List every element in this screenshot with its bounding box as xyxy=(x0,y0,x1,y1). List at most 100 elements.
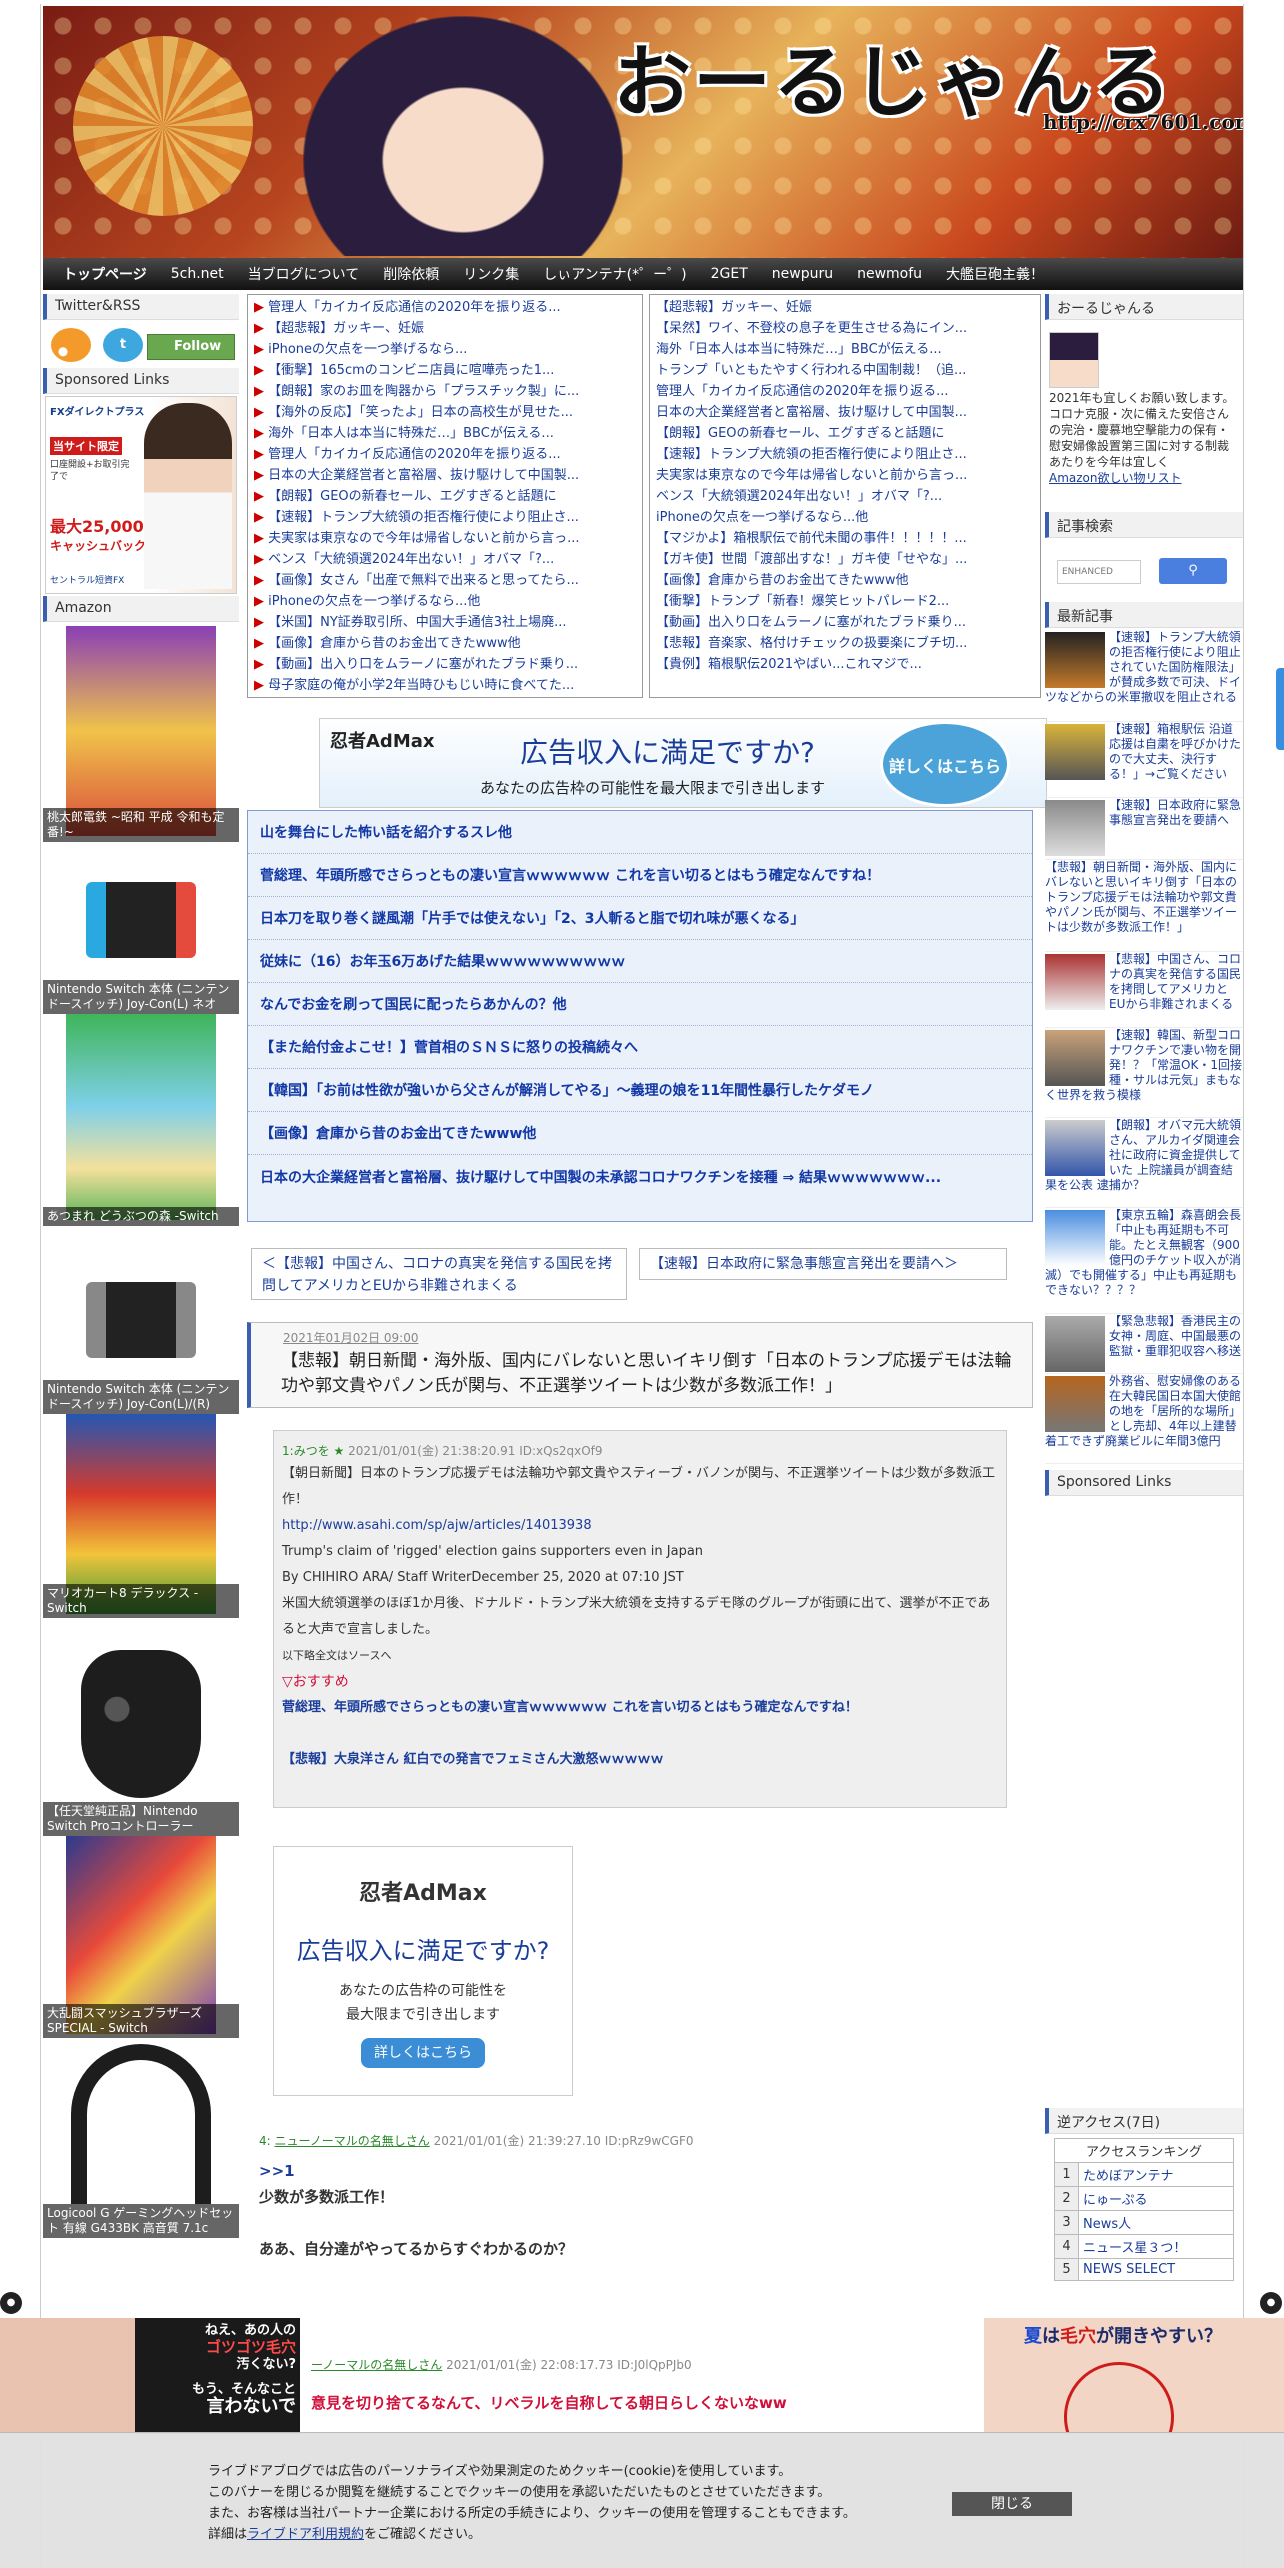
antenna-link[interactable]: 海外「日本人は本当に特殊だ…」BBCが伝える... xyxy=(650,339,1040,360)
amazon-item[interactable]: あつまれ どうぶつの森 -Switch xyxy=(43,1014,239,1226)
antenna-link[interactable]: 【悲報】音楽家、格付けチェックの扱要楽にブチ切... xyxy=(650,633,1040,654)
antenna-link[interactable]: ▶ 管理人「カイカイ反応通信の2020年を振り返る... xyxy=(248,297,642,318)
pickup-link[interactable]: 従妹に（16）お年玉6万あげた結果ｗｗｗｗｗｗｗｗｗｗ xyxy=(248,940,1032,983)
twitter-follow-button[interactable]: Follow xyxy=(147,334,235,360)
ad-close-icon-right[interactable]: ● xyxy=(1260,2292,1282,2314)
antenna-link[interactable]: ▶ 【速報】トランプ大統領の拒否権行使により阻止さ... xyxy=(248,507,642,528)
nav-item-about[interactable]: 当ブログについて xyxy=(248,264,360,284)
antenna-link[interactable]: ▶ 【海外の反応】「笑ったよ」日本の高校生が見せた... xyxy=(248,402,642,423)
antenna-link[interactable]: 日本の大企業経営者と富裕層、抜け駆けして中国製... xyxy=(650,402,1040,423)
search-button[interactable]: ⚲ xyxy=(1159,558,1227,584)
nav-item-shii-antenna[interactable]: しぃアンテナ(*゜ー゜) xyxy=(543,264,686,284)
latest-item[interactable]: 【速報】日本政府に緊急事態宣言発出を要請へ xyxy=(1045,798,1243,860)
floating-ad-left[interactable]: ねえ、あの人の ゴツゴツ毛穴 汚くない? もう、そんなこと 言わないで xyxy=(0,2318,300,2434)
nav-item-taikan[interactable]: 大艦巨砲主義！ xyxy=(946,264,1044,284)
side-scroll-tab[interactable] xyxy=(1276,668,1284,750)
antenna-link[interactable]: ▶ 【朗報】GEOの新春セール、エグすぎると話題に xyxy=(248,486,642,507)
article-title[interactable]: 【悲報】朝日新聞・海外版、国内にバレないと思いイキリ倒す「日本のトランプ応援デモ… xyxy=(281,1349,1021,1399)
search-input[interactable] xyxy=(1057,560,1141,584)
recommend-link[interactable]: 【悲報】大泉洋さん 紅白での発言でフェミさん大激怒ｗｗｗｗｗ xyxy=(282,1747,998,1773)
antenna-link[interactable]: ▶ 【画像】倉庫から昔のお金出てきたwww他 xyxy=(248,633,642,654)
recommend-link[interactable]: 菅総理、年頭所感でさらっともの凄い宣言ｗｗｗｗｗｗ これを言い切るとはもう確定な… xyxy=(282,1695,998,1721)
ranking-row[interactable]: 4 ニュース星３つ！ xyxy=(1054,2234,1234,2259)
amazon-item[interactable]: Nintendo Switch 本体 (ニンテンドースイッチ) Joy-Con(… xyxy=(43,856,239,1014)
antenna-link[interactable]: トランプ「いともたやすく行われる中国制裁！（追... xyxy=(650,360,1040,381)
pickup-link[interactable]: 山を舞台にした怖い話を紹介するスレ他 xyxy=(248,811,1032,854)
ranking-row[interactable]: 1 ためぼアンテナ xyxy=(1054,2162,1234,2187)
floating-ad-right[interactable]: 夏は毛穴が開きやすい？ xyxy=(984,2318,1284,2434)
latest-item[interactable]: 【緊急悲報】香港民主の女神・周庭、中国最悪の監獄・重罪犯収容へ移送 xyxy=(1045,1314,1243,1374)
antenna-link[interactable]: 【朗報】GEOの新春セール、エグすぎると話題に xyxy=(650,423,1040,444)
antenna-link[interactable]: ▶ iPhoneの欠点を一つ挙げるなら...他 xyxy=(248,591,642,612)
antenna-link[interactable]: 【マジかよ】箱根駅伝で前代未聞の事件！！！！！... xyxy=(650,528,1040,549)
pickup-link[interactable]: 菅総理、年頭所感でさらっともの凄い宣言ｗｗｗｗｗｗ これを言い切るとはもう確定な… xyxy=(248,854,1032,897)
amazon-item[interactable]: Logicool G ゲーミングヘッドセット 有線 G433BK 高音質 7.1… xyxy=(43,2038,239,2238)
latest-item[interactable]: 【朗報】オバマ元大統領さん、アルカイダ関連会社に政府に資金提供していた 上院議員… xyxy=(1045,1118,1243,1208)
ranking-row[interactable]: 5 NEWS SELECT xyxy=(1054,2258,1234,2281)
site-header[interactable]: おーるじゃんる http://crx7601.com xyxy=(43,6,1243,258)
antenna-link[interactable]: ▶ 日本の大企業経営者と富裕層、抜け駆けして中国製... xyxy=(248,465,642,486)
amazon-item[interactable]: マリオカート8 デラックス - Switch xyxy=(43,1414,239,1618)
nav-item-top[interactable]: トップページ xyxy=(63,264,147,284)
antenna-link[interactable]: ▶ ベンス「大統領選2024年出ない！」オバマ「?... xyxy=(248,549,642,570)
antenna-link[interactable]: ▶ 夫実家は東京なので今年は帰省しないと前から言っ... xyxy=(248,528,642,549)
amazon-item[interactable]: 大乱闘スマッシュブラザーズ SPECIAL - Switch xyxy=(43,1836,239,2038)
admax-banner-top[interactable]: 忍者AdMax 広告収入に満足ですか? あなたの広告枠の可能性を最大限まで引き出… xyxy=(319,718,1047,808)
antenna-link[interactable]: ▶ 【画像】女さん「出産で無料で出来ると思ってたら... xyxy=(248,570,642,591)
antenna-link[interactable]: 管理人「カイカイ反応通信の2020年を振り返る... xyxy=(650,381,1040,402)
antenna-link[interactable]: 【超悲報】ガッキー、妊娠 xyxy=(650,297,1040,318)
antenna-link[interactable]: ▶ 海外「日本人は本当に特殊だ…」BBCが伝える... xyxy=(248,423,642,444)
latest-item[interactable]: 【速報】トランプ大統領の拒否権行使により阻止されていた国防権限法」が賛成多数で可… xyxy=(1045,630,1243,722)
nav-item-newmofu[interactable]: newmofu xyxy=(857,266,922,282)
antenna-link[interactable]: ▶ 【動画】出入り口をムラーノに塞がれたブラド乗り... xyxy=(248,654,642,675)
pickup-link[interactable]: 【また給付金よこせ！】菅首相のＳＮＳに怒りの投稿続々へ xyxy=(248,1026,1032,1069)
next-article-link[interactable]: 【速報】日本政府に緊急事態宣言発出を要請へ＞ xyxy=(639,1248,1007,1280)
amazon-item[interactable]: 桃太郎電鉄 ~昭和 平成 令和も定番!~ xyxy=(43,626,239,842)
admax-banner-square[interactable]: 忍者AdMax 広告収入に満足ですか? あなたの広告枠の可能性を 最大限まで引き… xyxy=(273,1846,573,2096)
prev-article-link[interactable]: ＜【悲報】中国さん、コロナの真実を発信する国民を拷問してアメリカとEUから非難さ… xyxy=(251,1248,627,1300)
antenna-link[interactable]: ベンス「大統領選2024年出ない！」オバマ「?... xyxy=(650,486,1040,507)
antenna-link[interactable]: ▶ iPhoneの欠点を一つ挙げるなら... xyxy=(248,339,642,360)
ranking-row[interactable]: 2 にゅーぷる xyxy=(1054,2186,1234,2211)
antenna-link[interactable]: ▶ 管理人「カイカイ反応通信の2020年を振り返る... xyxy=(248,444,642,465)
admax-detail-button[interactable]: 詳しくはこちら xyxy=(361,2038,485,2068)
nav-item-2get[interactable]: 2GET xyxy=(711,266,748,282)
antenna-link[interactable]: 【画像】倉庫から昔のお金出てきたwww他 xyxy=(650,570,1040,591)
antenna-link[interactable]: ▶ 母子家庭の俺が小学2年当時ひもじい時に食べてた... xyxy=(248,675,642,696)
antenna-link[interactable]: 【動画】出入り口をムラーノに塞がれたブラド乗り... xyxy=(650,612,1040,633)
ad-close-icon-left[interactable]: ● xyxy=(0,2292,22,2314)
source-link[interactable]: http://www.asahi.com/sp/ajw/articles/140… xyxy=(282,1513,998,1539)
nav-item-newpuru[interactable]: newpuru xyxy=(772,266,833,282)
nav-item-delete-request[interactable]: 削除依頼 xyxy=(383,264,439,284)
latest-item[interactable]: 【悲報】朝日新聞・海外版、国内にバレないと思いイキリ倒す「日本のトランプ応援デモ… xyxy=(1045,860,1243,952)
latest-item[interactable]: 【東京五輪】森喜朗会長「中止も再延期も不可能。たとえ無観客（900億円のチケット… xyxy=(1045,1208,1243,1314)
twitter-bird-icon[interactable]: t xyxy=(103,328,143,362)
antenna-link[interactable]: 【ガキ使】世間「渡部出すな！」ガキ使「せやな」... xyxy=(650,549,1040,570)
pickup-link[interactable]: 日本刀を取り巻く謎風潮「片手では使えない」「2、3人斬ると脂で切れ味が悪くなる」 xyxy=(248,897,1032,940)
ranking-row[interactable]: 3 News人 xyxy=(1054,2210,1234,2235)
antenna-link[interactable]: 【呆然】ワイ、不登校の息子を更生させる為にイン... xyxy=(650,318,1040,339)
rss-icon[interactable] xyxy=(51,328,91,362)
pickup-link[interactable]: 日本の大企業経営者と富裕層、抜け駆けして中国製の未承認コロナワクチンを接種 ⇒ … xyxy=(248,1155,1032,1198)
nav-item-5ch[interactable]: 5ch.net xyxy=(171,266,224,282)
antenna-link[interactable]: 【貴例】箱根駅伝2021やばい...これマジで... xyxy=(650,654,1040,675)
latest-item[interactable]: 【速報】韓国、新型コロナワクチンで凄い物を開発！？「常温OK・1回接種・サルは元… xyxy=(1045,1028,1243,1118)
antenna-link[interactable]: iPhoneの欠点を一つ挙げるなら...他 xyxy=(650,507,1040,528)
latest-item[interactable]: 外務省、慰安婦像のある在大韓民国日本国大使館の地を「居所的な場所」とし売却、4年… xyxy=(1045,1374,1243,1464)
antenna-link[interactable]: ▶ 【超悲報】ガッキー、妊娠 xyxy=(248,318,642,339)
amazon-item[interactable]: 【任天堂純正品】Nintendo Switch Proコントローラー xyxy=(43,1650,239,1836)
reply-anchor[interactable]: >>1 xyxy=(259,2158,1029,2184)
latest-item[interactable]: 【悲報】中国さん、コロナの真実を発信する国民を拷問してアメリカとEUから非難され… xyxy=(1045,952,1243,1028)
nav-item-links[interactable]: リンク集 xyxy=(463,264,519,284)
antenna-link[interactable]: 【衝撃】トランプ「新春！爆笑ヒットパレード2... xyxy=(650,591,1040,612)
antenna-link[interactable]: ▶ 【衝撃】165cmのコンビニ店員に喧嘩売った1... xyxy=(248,360,642,381)
pickup-link[interactable]: 【画像】倉庫から昔のお金出てきたwww他 xyxy=(248,1112,1032,1155)
pickup-link[interactable]: なんでお金を刷って国民に配ったらあかんの？他 xyxy=(248,983,1032,1026)
antenna-link[interactable]: ▶ 【朗報】家のお皿を陶器から「プラスチック製」に... xyxy=(248,381,642,402)
antenna-link[interactable]: 【速報】トランプ大統領の拒否権行使により阻止さ... xyxy=(650,444,1040,465)
fx-ad-banner[interactable]: FXダイレクトプラス 当サイト限定 口座開設+お取引完了で 最大25,000円 … xyxy=(45,396,237,594)
antenna-link[interactable]: 夫実家は東京なので今年は帰省しないと前から言っ... xyxy=(650,465,1040,486)
amazon-wishlist-link[interactable]: Amazon欲しい物リスト xyxy=(1049,470,1239,486)
latest-item[interactable]: 【速報】箱根駅伝 沿道応援は自粛を呼びかけたので大丈夫、決行する！」→ご覧くださ… xyxy=(1045,722,1243,798)
pickup-link[interactable]: 【韓国】「お前は性欲が強いから父さんが解消してやる」～義理の娘を11年間性暴行し… xyxy=(248,1069,1032,1112)
